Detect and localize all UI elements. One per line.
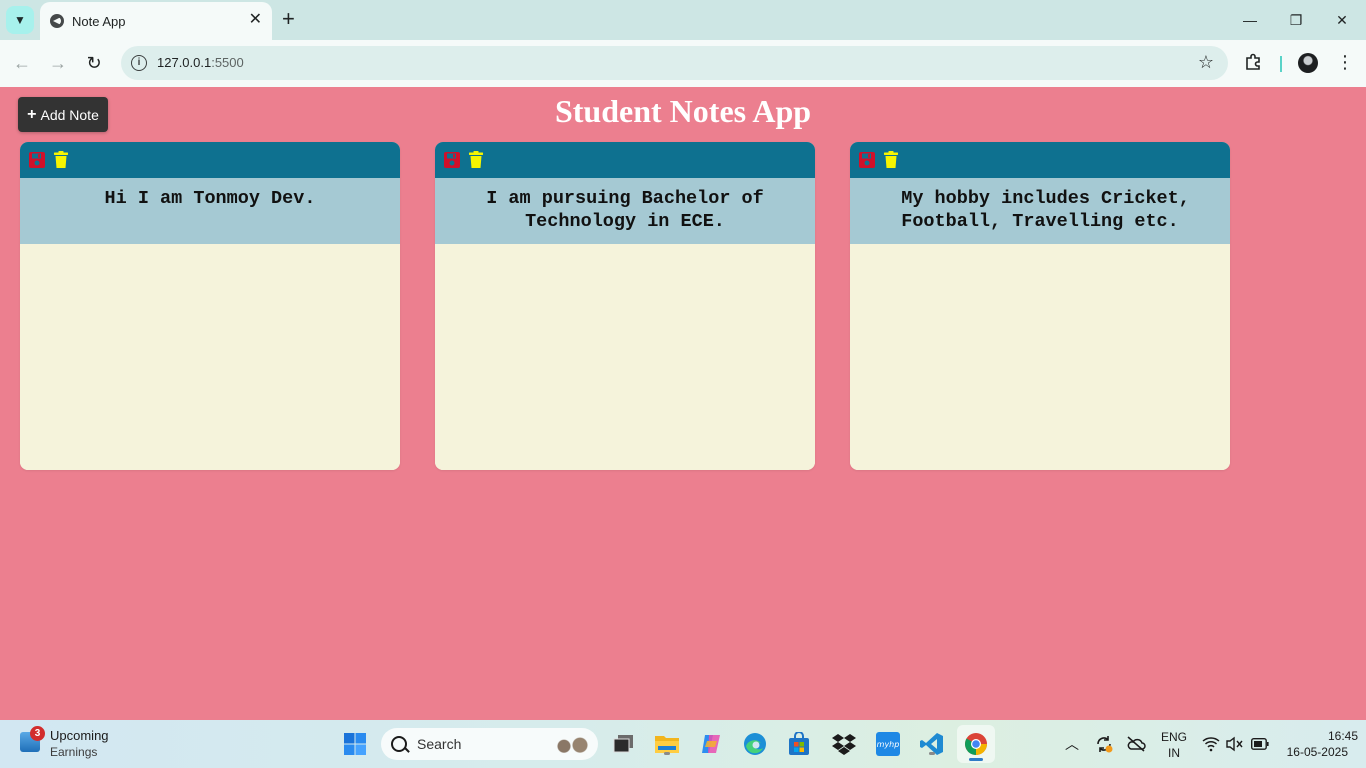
battery-icon	[1251, 738, 1269, 750]
vscode-button[interactable]	[919, 731, 945, 757]
wifi-icon	[1202, 737, 1220, 752]
toolbar-divider	[1280, 56, 1282, 72]
edge-icon	[744, 733, 766, 755]
onedrive-button[interactable]	[1123, 731, 1149, 757]
network-button[interactable]	[1198, 731, 1224, 757]
tab-strip: ▼ Note App ✕ + — ❐ ✕	[0, 0, 1366, 40]
close-window-button[interactable]: ✕	[1320, 8, 1364, 32]
reload-button[interactable]: ↻	[82, 51, 106, 75]
store-button[interactable]	[786, 731, 812, 757]
tab-title: Note App	[72, 14, 126, 29]
address-bar[interactable]: i 127.0.0.1:5500 ☆	[121, 46, 1228, 80]
volume-button[interactable]	[1222, 731, 1248, 757]
region-code: IN	[1168, 746, 1180, 760]
note-card: I am pursuing Bachelor of Technology in …	[435, 142, 815, 470]
url-text[interactable]: 127.0.0.1:5500	[157, 55, 244, 70]
note-card: My hobby includes Cricket, Football, Tra…	[850, 142, 1230, 470]
note-textarea[interactable]	[850, 244, 1230, 470]
note-toolbar	[850, 142, 1230, 178]
browser-menu-icon[interactable]: ⋮	[1336, 52, 1354, 72]
note-card: Hi I am Tonmoy Dev.	[20, 142, 400, 470]
chevron-down-icon: ▼	[14, 13, 26, 27]
copilot-icon	[702, 735, 720, 753]
url-port: :5500	[211, 55, 244, 70]
chrome-icon	[965, 733, 987, 755]
note-textarea[interactable]	[20, 244, 400, 470]
language-code: ENG	[1160, 730, 1187, 744]
note-text[interactable]: My hobby includes Cricket, Football, Tra…	[850, 178, 1230, 244]
note-text[interactable]: Hi I am Tonmoy Dev.	[20, 178, 400, 244]
show-hidden-icons-button[interactable]: ︿	[1059, 731, 1085, 757]
volume-muted-icon	[1226, 736, 1243, 752]
myhp-button[interactable]: myhp	[875, 731, 901, 757]
edge-button[interactable]	[742, 731, 768, 757]
extensions-icon[interactable]	[1244, 53, 1262, 71]
tab-close-icon[interactable]: ✕	[249, 11, 262, 29]
forward-button[interactable]: →	[46, 51, 70, 75]
tab-note-app[interactable]: Note App ✕	[40, 2, 272, 40]
trash-icon[interactable]	[53, 151, 69, 168]
save-icon[interactable]	[444, 152, 460, 168]
restore-button[interactable]: ❐	[1274, 8, 1318, 32]
store-icon	[789, 732, 809, 755]
note-text[interactable]: I am pursuing Bachelor of Technology in …	[435, 178, 815, 244]
chrome-button[interactable]	[957, 725, 995, 763]
taskbar-search[interactable]: Search	[381, 728, 598, 760]
bookmark-star-icon[interactable]: ☆	[1198, 52, 1214, 73]
copilot-button[interactable]	[698, 731, 724, 757]
globe-icon	[50, 14, 64, 28]
search-placeholder: Search	[417, 736, 462, 752]
chevron-up-icon: ︿	[1065, 736, 1079, 752]
task-view-icon	[613, 735, 633, 753]
sync-icon	[1097, 736, 1113, 753]
task-view-button[interactable]	[611, 731, 637, 757]
search-highlight-image	[552, 733, 592, 755]
site-info-icon[interactable]: i	[131, 55, 147, 71]
note-textarea[interactable]	[435, 244, 815, 470]
dropbox-button[interactable]	[831, 731, 857, 757]
clock-time: 16:45	[1327, 729, 1358, 743]
note-toolbar	[435, 142, 815, 178]
windows-logo-icon	[344, 733, 366, 755]
myhp-icon: myhp	[876, 732, 900, 756]
svg-text:myhp: myhp	[877, 740, 900, 749]
add-note-label: Add Note	[40, 106, 99, 123]
minimize-button[interactable]: —	[1228, 8, 1272, 32]
url-host: 127.0.0.1	[157, 55, 212, 70]
trash-icon[interactable]	[883, 151, 899, 168]
running-indicator	[929, 752, 935, 755]
browser-chrome: ▼ Note App ✕ + — ❐ ✕ ← → ↻ i 127.0.0.1:5…	[0, 0, 1366, 87]
dropbox-icon	[832, 734, 856, 755]
notification-badge: 3	[30, 726, 45, 741]
search-icon	[391, 736, 407, 752]
page: Student Notes App + Add Note Hi I am Ton…	[0, 87, 1366, 720]
battery-button[interactable]	[1247, 731, 1273, 757]
profile-avatar[interactable]	[1298, 53, 1318, 73]
page-title: Student Notes App	[554, 93, 812, 129]
note-toolbar	[20, 142, 400, 178]
save-icon[interactable]	[29, 152, 45, 168]
plus-icon: +	[27, 105, 37, 123]
new-tab-button[interactable]: +	[282, 8, 295, 30]
clock-date: 16-05-2025	[1286, 745, 1348, 759]
active-app-indicator	[969, 758, 983, 761]
sync-status-button[interactable]	[1091, 731, 1117, 757]
widget-title: Upcoming	[50, 728, 109, 743]
trash-icon[interactable]	[468, 151, 484, 168]
file-explorer-button[interactable]	[654, 731, 680, 757]
widget-subtitle: Earnings	[50, 745, 98, 759]
save-icon[interactable]	[859, 152, 875, 168]
add-note-button[interactable]: + Add Note	[18, 97, 108, 132]
cloud-off-icon	[1127, 736, 1146, 752]
browser-toolbar: ← → ↻ i 127.0.0.1:5500 ☆ ⋮	[0, 40, 1366, 87]
running-indicator	[664, 752, 670, 755]
taskbar: 3 Upcoming Earnings Search myhp ︿ ENG IN…	[0, 720, 1366, 768]
start-button[interactable]	[342, 731, 368, 757]
back-button[interactable]: ←	[10, 51, 34, 75]
tab-search-button[interactable]: ▼	[6, 6, 34, 34]
